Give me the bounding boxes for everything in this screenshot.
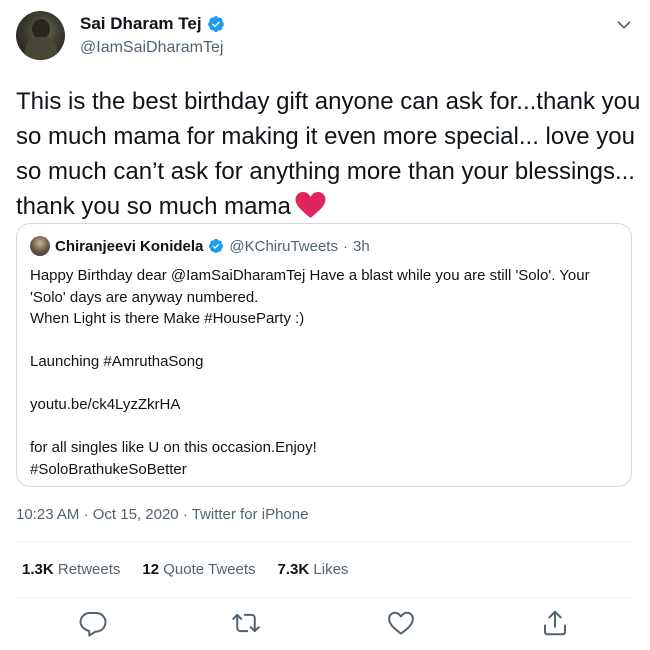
chevron-down-icon[interactable] [613,14,635,36]
quoted-text-line: When Light is there Make #HouseParty :) [30,310,305,327]
tweet-text: This is the best birthday gift anyone ca… [16,84,641,224]
tweet-stats: 1.3K Retweets 12 Quote Tweets 7.3K Likes [22,561,370,578]
red-heart-emoji-icon [295,192,326,218]
likes-stat[interactable]: 7.3K Likes [278,561,349,578]
retweets-label: Retweets [57,561,121,578]
quoted-text-line: #SoloBrathukeSoBetter [30,460,187,478]
quoted-text-line: Happy Birthday dear @IamSaiDharamTej Hav… [30,267,590,284]
meta-separator: · [83,506,89,523]
quoted-text-line: for all singles like U on this occasion.… [30,439,317,456]
tweet-time[interactable]: 10:23 AM [16,506,79,523]
quoted-tweet[interactable]: Chiranjeevi Konidela @KChiruTweets · 3h … [16,223,632,487]
verified-badge-icon [209,239,224,253]
quote-tweets-count: 12 [142,561,160,578]
meta-separator: · [182,506,188,523]
quoted-separator: · [342,237,348,255]
quoted-avatar [30,236,50,256]
quoted-timestamp: 3h [352,237,370,255]
author-display-name[interactable]: Sai Dharam Tej [80,14,202,34]
author-name-row[interactable]: Sai Dharam Tej [80,14,225,34]
retweet-icon[interactable] [231,608,261,638]
tweet-body: This is the best birthday gift anyone ca… [16,88,641,220]
quote-tweets-label: Quote Tweets [163,561,256,578]
quote-tweets-stat[interactable]: 12 Quote Tweets [142,561,255,578]
quoted-tweet-text: Happy Birthday dear @IamSaiDharamTej Hav… [30,265,620,480]
tweet-meta: 10:23 AM · Oct 15, 2020 · Twitter for iP… [16,506,308,523]
tweet: Sai Dharam Tej @IamSaiDharamTej This is … [0,0,650,650]
avatar[interactable] [16,11,65,60]
quoted-author-handle: @KChiruTweets [229,237,338,255]
author-handle[interactable]: @IamSaiDharamTej [80,39,223,57]
tweet-actions [0,608,650,642]
divider [16,541,634,542]
quoted-text-line: Launching #AmruthaSong [30,353,204,370]
retweets-stat[interactable]: 1.3K Retweets [22,561,120,578]
divider [16,597,634,598]
quoted-text-line: youtu.be/ck4LyzZkrHA [30,396,181,413]
reply-icon[interactable] [78,608,108,638]
tweet-source[interactable]: Twitter for iPhone [192,506,309,523]
quoted-text-line: 'Solo' days are anyway numbered. [30,288,259,306]
verified-badge-icon [207,16,224,32]
quoted-author-name: Chiranjeevi Konidela [55,237,204,255]
likes-count: 7.3K [277,561,310,578]
retweets-count: 1.3K [22,561,54,578]
like-icon[interactable] [386,608,416,638]
quoted-tweet-header: Chiranjeevi Konidela @KChiruTweets · 3h [30,236,370,256]
share-icon[interactable] [540,608,570,638]
likes-label: Likes [313,561,349,578]
tweet-date[interactable]: Oct 15, 2020 [93,506,179,523]
